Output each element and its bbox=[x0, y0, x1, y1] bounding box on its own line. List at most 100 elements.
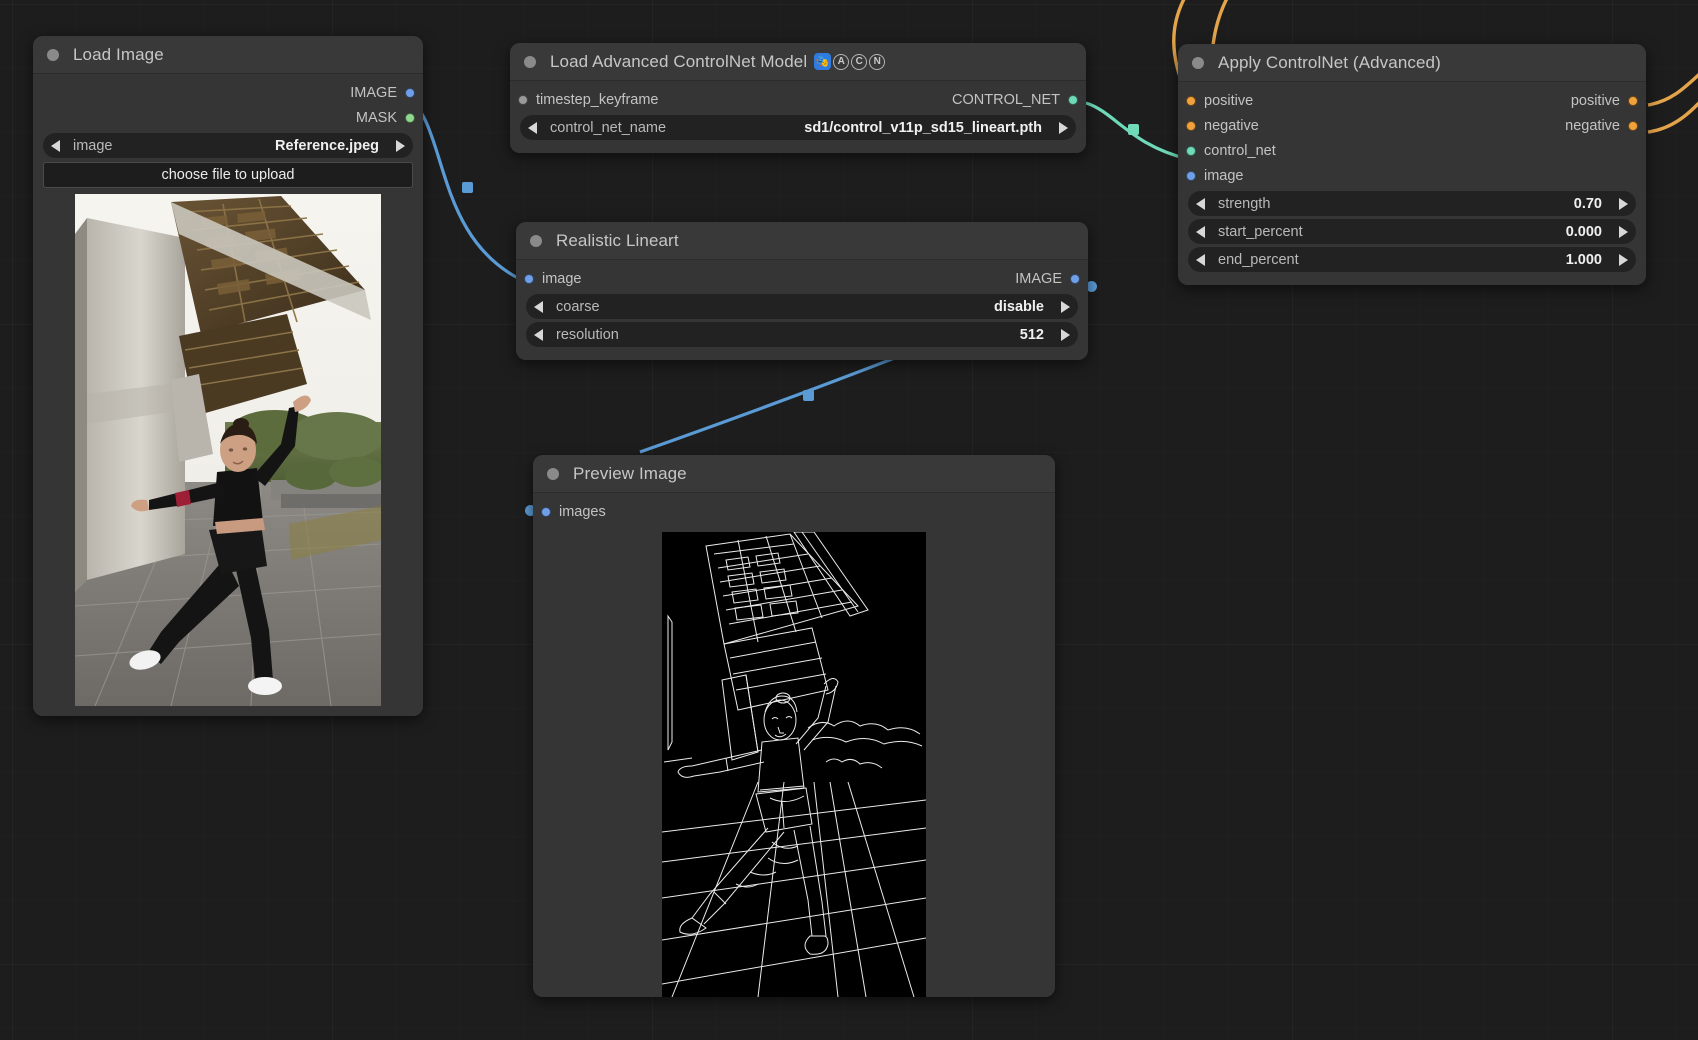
badge-letter-n-icon: N bbox=[869, 53, 886, 70]
collapse-dot-icon[interactable] bbox=[1192, 56, 1204, 69]
widget-label: end_percent bbox=[1218, 251, 1299, 268]
slot-row-image: image bbox=[1178, 163, 1646, 188]
input-dot-control-net-icon[interactable] bbox=[1186, 145, 1196, 156]
reference-photo-illustration bbox=[75, 194, 381, 706]
widget-label: coarse bbox=[556, 298, 600, 315]
output-slot-label: positive bbox=[1570, 92, 1620, 109]
output-slot-image[interactable]: IMAGE bbox=[33, 80, 423, 105]
widget-resolution-number[interactable]: resolution 512 bbox=[526, 322, 1078, 347]
chevron-right-icon[interactable] bbox=[1619, 253, 1628, 266]
output-slot-label: negative bbox=[1565, 117, 1620, 134]
chevron-right-icon[interactable] bbox=[1061, 328, 1070, 341]
widget-value: Reference.jpeg bbox=[275, 137, 379, 154]
chevron-left-icon[interactable] bbox=[51, 139, 60, 152]
output-dot-image-icon[interactable] bbox=[1070, 273, 1080, 284]
input-slot-label: positive bbox=[1204, 92, 1254, 109]
chevron-right-icon[interactable] bbox=[1619, 225, 1628, 238]
chevron-left-icon[interactable] bbox=[1196, 225, 1205, 238]
input-slot-label: negative bbox=[1204, 117, 1259, 134]
widget-start-percent-number[interactable]: start_percent 0.000 bbox=[1188, 219, 1636, 244]
choose-file-to-upload-button[interactable]: choose file to upload bbox=[43, 162, 413, 188]
widget-control-net-name-combo[interactable]: control_net_name sd1/control_v11p_sd15_l… bbox=[520, 115, 1076, 140]
slot-row-image-in-out: image IMAGE bbox=[516, 266, 1088, 291]
input-slot-label: image bbox=[542, 270, 582, 287]
chevron-left-icon[interactable] bbox=[534, 300, 543, 313]
node-body: images bbox=[533, 493, 1055, 997]
badge-letter-a-icon: A bbox=[833, 53, 850, 70]
output-dot-image-icon[interactable] bbox=[405, 87, 415, 98]
link-midpoint-marker-controlnet[interactable] bbox=[1128, 124, 1139, 135]
graph-canvas[interactable]: Load Image IMAGE MASK image Reference.jp… bbox=[0, 0, 1698, 1040]
widget-image-combo[interactable]: image Reference.jpeg bbox=[43, 133, 413, 158]
link-midpoint-marker-preview[interactable] bbox=[803, 390, 814, 401]
node-title-bar[interactable]: Load Image bbox=[33, 36, 423, 74]
chevron-right-icon[interactable] bbox=[1619, 197, 1628, 210]
collapse-dot-icon[interactable] bbox=[47, 48, 59, 61]
node-apply-controlnet-advanced[interactable]: Apply ControlNet (Advanced) positive pos… bbox=[1178, 44, 1646, 285]
chevron-right-icon[interactable] bbox=[396, 139, 405, 152]
lineart-edge-map-illustration bbox=[662, 532, 926, 997]
node-title-bar[interactable]: Preview Image bbox=[533, 455, 1055, 493]
collapse-dot-icon[interactable] bbox=[524, 55, 536, 68]
output-dot-control-net-icon[interactable] bbox=[1068, 94, 1078, 105]
link-midpoint-marker-image[interactable] bbox=[462, 182, 473, 193]
output-dot-mask-icon[interactable] bbox=[405, 112, 415, 123]
image-preview-lineart[interactable] bbox=[662, 532, 926, 997]
widget-label: control_net_name bbox=[550, 119, 667, 136]
node-body: image IMAGE coarse disable resolution 51… bbox=[516, 260, 1088, 360]
input-dot-images-icon[interactable] bbox=[541, 506, 551, 517]
node-load-image[interactable]: Load Image IMAGE MASK image Reference.jp… bbox=[33, 36, 423, 716]
chevron-left-icon[interactable] bbox=[1196, 197, 1205, 210]
node-preview-image[interactable]: Preview Image images bbox=[533, 455, 1055, 997]
slot-row-positive: positive positive bbox=[1178, 88, 1646, 113]
widget-value: disable bbox=[994, 298, 1044, 315]
widget-value: 0.000 bbox=[1565, 223, 1602, 240]
slot-row-negative: negative negative bbox=[1178, 113, 1646, 138]
node-title-text: Load Advanced ControlNet Model bbox=[550, 51, 808, 71]
node-load-advanced-controlnet-model[interactable]: Load Advanced ControlNet Model 🎭 A C N t… bbox=[510, 43, 1086, 153]
output-dot-positive-icon[interactable] bbox=[1628, 95, 1638, 106]
node-title-bar[interactable]: Apply ControlNet (Advanced) bbox=[1178, 44, 1646, 82]
slot-row-control-net: control_net bbox=[1178, 138, 1646, 163]
collapse-dot-icon[interactable] bbox=[547, 467, 559, 480]
node-body: timestep_keyframe CONTROL_NET control_ne… bbox=[510, 81, 1086, 153]
output-dot-negative-icon[interactable] bbox=[1628, 120, 1638, 131]
widget-label: image bbox=[73, 137, 113, 154]
widget-value: sd1/control_v11p_sd15_lineart.pth bbox=[804, 119, 1042, 136]
input-dot-timestep-keyframe-icon[interactable] bbox=[518, 94, 528, 105]
node-title-text: Apply ControlNet (Advanced) bbox=[1218, 52, 1441, 72]
chevron-right-icon[interactable] bbox=[1059, 121, 1068, 134]
widget-value: 0.70 bbox=[1573, 195, 1602, 212]
node-title-text: Preview Image bbox=[573, 463, 687, 483]
input-dot-negative-icon[interactable] bbox=[1186, 120, 1196, 131]
image-preview-reference[interactable] bbox=[75, 194, 381, 706]
input-slot-label: image bbox=[1204, 167, 1244, 184]
output-slot-label: IMAGE bbox=[1015, 270, 1062, 287]
chevron-left-icon[interactable] bbox=[1196, 253, 1205, 266]
node-body: IMAGE MASK image Reference.jpeg choose f… bbox=[33, 74, 423, 716]
widget-end-percent-number[interactable]: end_percent 1.000 bbox=[1188, 247, 1636, 272]
theater-masks-badge-icon: 🎭 bbox=[814, 53, 832, 70]
output-slot-mask[interactable]: MASK bbox=[33, 105, 423, 130]
slot-row-timestep-and-controlnet: timestep_keyframe CONTROL_NET bbox=[510, 87, 1086, 112]
widget-strength-number[interactable]: strength 0.70 bbox=[1188, 191, 1636, 216]
widget-label: resolution bbox=[556, 326, 619, 343]
node-realistic-lineart[interactable]: Realistic Lineart image IMAGE coarse dis… bbox=[516, 222, 1088, 360]
input-slot-label: images bbox=[559, 503, 606, 520]
widget-value: 1.000 bbox=[1565, 251, 1602, 268]
widget-value: 512 bbox=[1019, 326, 1044, 343]
node-title-bar[interactable]: Load Advanced ControlNet Model 🎭 A C N bbox=[510, 43, 1086, 81]
input-dot-image-icon[interactable] bbox=[524, 273, 534, 284]
link-outgoing-positive bbox=[1647, 73, 1698, 107]
chevron-right-icon[interactable] bbox=[1061, 300, 1070, 313]
input-dot-image-icon[interactable] bbox=[1186, 170, 1196, 181]
node-title-text: Realistic Lineart bbox=[556, 230, 679, 250]
badge-letter-c-icon: C bbox=[851, 53, 868, 70]
widget-label: start_percent bbox=[1218, 223, 1303, 240]
chevron-left-icon[interactable] bbox=[528, 121, 537, 134]
collapse-dot-icon[interactable] bbox=[530, 234, 542, 247]
node-title-bar[interactable]: Realistic Lineart bbox=[516, 222, 1088, 260]
input-dot-positive-icon[interactable] bbox=[1186, 95, 1196, 106]
widget-coarse-combo[interactable]: coarse disable bbox=[526, 294, 1078, 319]
chevron-left-icon[interactable] bbox=[534, 328, 543, 341]
